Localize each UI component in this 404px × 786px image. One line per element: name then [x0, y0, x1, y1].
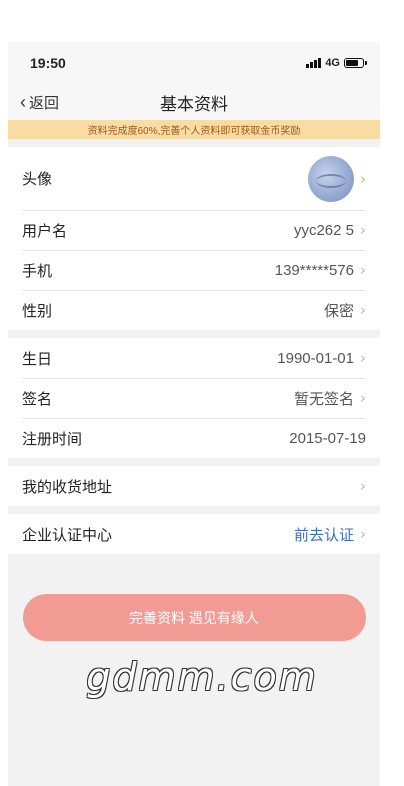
page-title: 基本资料 [160, 94, 228, 114]
chevron-left-icon: ‹ [20, 92, 26, 112]
navigation-bar: ‹ 返回 基本资料 [8, 84, 380, 120]
avatar-label: 头像 [22, 171, 53, 188]
chevron-right-icon: › [360, 349, 366, 367]
address-group: 我的收货地址 › [8, 466, 380, 506]
chevron-right-icon: › [360, 169, 366, 188]
network-type: 4G [325, 57, 340, 69]
register-time-value: 2015-07-19 [289, 429, 366, 447]
back-label: 返回 [29, 94, 60, 112]
phone-label: 手机 [22, 262, 53, 280]
address-row[interactable]: 我的收货地址 › [8, 466, 380, 506]
birthday-label: 生日 [22, 350, 53, 368]
avatar [308, 155, 354, 202]
watermark: gdmm.com [86, 655, 318, 699]
enterprise-group: 企业认证中心 前去认证 › [8, 514, 380, 554]
phone-value: 139*****576 [274, 261, 354, 279]
register-time-label: 注册时间 [22, 430, 83, 448]
gender-value: 保密 [323, 302, 354, 320]
chevron-right-icon: › [360, 301, 366, 319]
username-row[interactable]: 用户名 yyc262 5 › [8, 210, 380, 250]
status-time: 19:50 [30, 55, 66, 71]
enterprise-row[interactable]: 企业认证中心 前去认证 › [8, 514, 380, 554]
chevron-right-icon: › [360, 525, 366, 543]
register-time-row: 注册时间 2015-07-19 [8, 418, 380, 458]
phone-row[interactable]: 手机 139*****576 › [8, 250, 380, 290]
avatar-row[interactable]: 头像 › [8, 147, 380, 210]
birthday-row[interactable]: 生日 1990-01-01 › [8, 338, 380, 378]
address-label: 我的收货地址 [22, 478, 113, 496]
birthday-value: 1990-01-01 [277, 349, 354, 367]
back-button[interactable]: ‹ 返回 [20, 92, 59, 113]
signature-value: 暂无签名 [293, 390, 354, 408]
signature-row[interactable]: 签名 暂无签名 › [8, 378, 380, 418]
profile-group-basic: 头像 › 用户名 yyc262 5 › 手机 139*****576 › 性别 … [8, 147, 380, 330]
battery-icon [344, 58, 367, 68]
signature-label: 签名 [22, 390, 53, 408]
profile-group-extra: 生日 1990-01-01 › 签名 暂无签名 › 注册时间 2015-07-1… [8, 338, 380, 458]
signal-icon [306, 58, 322, 68]
chevron-right-icon: › [360, 389, 366, 407]
enterprise-verify-link[interactable]: 前去认证 [294, 524, 354, 545]
gender-row[interactable]: 性别 保密 › [8, 290, 380, 330]
gender-label: 性别 [22, 302, 53, 320]
chevron-right-icon: › [360, 261, 366, 279]
username-value: yyc262 5 [293, 221, 354, 239]
chevron-right-icon: › [360, 477, 366, 495]
complete-profile-button[interactable]: 完善资料 遇见有缘人 [22, 594, 366, 641]
completion-banner[interactable]: 资料完成度60%,完善个人资料即可获取金币奖励 [8, 120, 380, 139]
chevron-right-icon: › [360, 221, 366, 239]
status-bar: 19:50 4G [8, 42, 380, 84]
status-indicators: 4G [306, 57, 367, 69]
username-label: 用户名 [22, 222, 68, 240]
enterprise-label: 企业认证中心 [22, 526, 113, 544]
